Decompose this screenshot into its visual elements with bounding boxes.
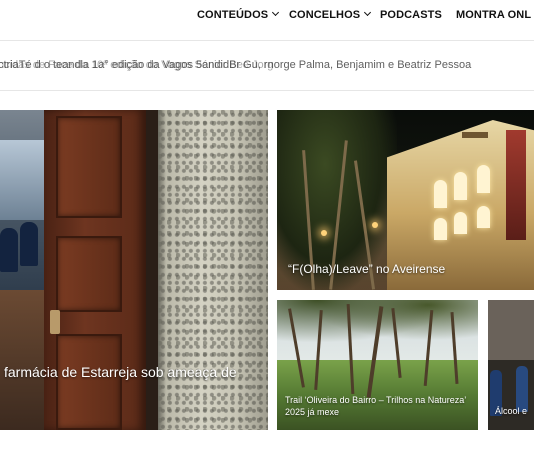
nav-item-podcasts[interactable]: PODCASTS	[380, 9, 442, 21]
nav-item-label: CONTEÚDOS	[197, 9, 269, 21]
article-title[interactable]: Álcool e	[495, 406, 527, 416]
nav-item-label: PODCASTS	[380, 9, 442, 21]
article-card[interactable]: “F(Olha)/Leave” no Aveirense	[277, 110, 534, 290]
divider	[0, 90, 534, 91]
nav-item-concelhos[interactable]: CONCELHOS	[289, 8, 372, 21]
article-card[interactable]: Álcool e	[488, 300, 534, 430]
article-title[interactable]: farmácia de Estarreja sob ameaça de	[4, 364, 237, 380]
featured-article-card[interactable]: farmácia de Estarreja sob ameaça de	[0, 110, 268, 430]
nav-item-label: MONTRA ONL	[456, 9, 532, 21]
news-ticker: ncidas de Face da 10ª edição do Vagos Sé…	[0, 40, 534, 90]
nav-item-conteudos[interactable]: CONTEÚDOS	[197, 8, 280, 21]
article-title[interactable]: “F(Olha)/Leave” no Aveirense	[288, 262, 445, 276]
ticker-text-front[interactable]: ctriaTé d o teandla 1a° edição da Vagos …	[0, 59, 471, 71]
top-navigation: CONTEÚDOS CONCELHOS PODCASTS MONTRA ONL	[0, 0, 534, 30]
nav-item-montra-online[interactable]: MONTRA ONL	[456, 9, 531, 21]
nav-item-label: CONCELHOS	[289, 9, 361, 21]
article-card[interactable]: Trail ‘Oliveira do Bairro – Trilhos na N…	[277, 300, 478, 430]
chevron-down-icon	[272, 8, 280, 17]
chevron-down-icon	[364, 8, 372, 17]
article-title[interactable]: Trail ‘Oliveira do Bairro – Trilhos na N…	[285, 394, 471, 418]
